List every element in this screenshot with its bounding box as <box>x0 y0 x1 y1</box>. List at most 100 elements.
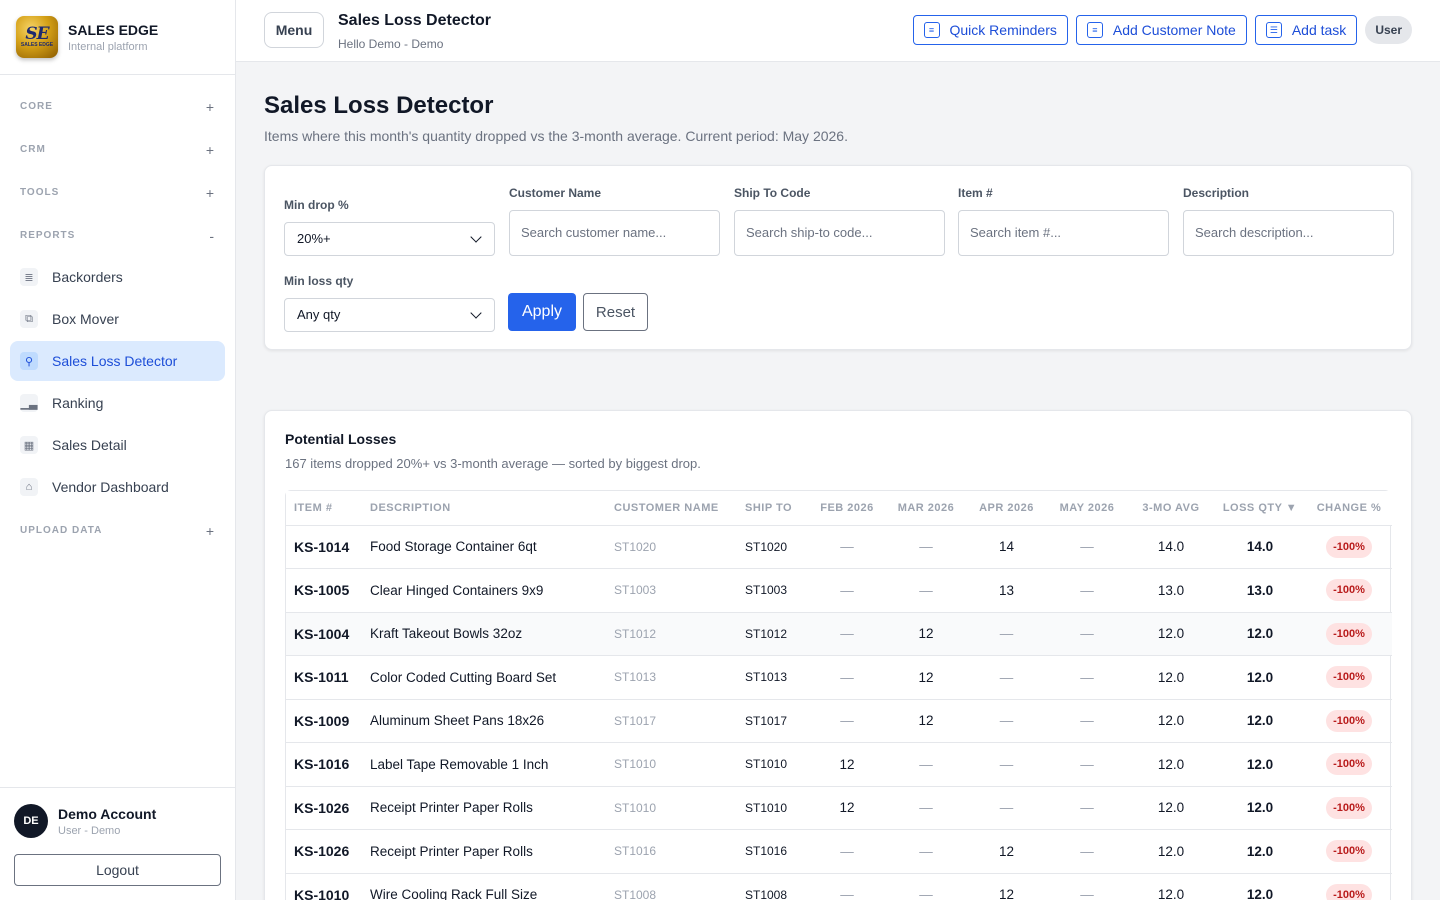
losses-table: ITEM # DESCRIPTION CUSTOMER NAME SHIP TO… <box>285 490 1392 900</box>
feb-qty-cell: — <box>809 525 885 569</box>
button-label: Add Customer Note <box>1112 22 1236 38</box>
reset-button[interactable]: Reset <box>583 293 648 331</box>
table-row[interactable]: KS-1011 Color Coded Cutting Board Set ST10… <box>286 655 1392 700</box>
feb-qty-cell: — <box>809 568 885 613</box>
sidebar-item-box-mover[interactable]: ⧉ Box Mover <box>10 299 225 339</box>
may-qty-cell: — <box>1046 525 1128 569</box>
loss-qty-cell: 14.0 <box>1214 525 1306 569</box>
mar-qty-cell: 12 <box>885 612 967 656</box>
sidebar-item-ranking[interactable]: ▁▃ Ranking <box>10 383 225 423</box>
sidebar-item-label: Backorders <box>52 269 123 285</box>
change-percent-cell: -100% <box>1306 829 1392 874</box>
section-crm[interactable]: CRM + <box>10 128 225 171</box>
table-row[interactable]: KS-1014 Food Storage Container 6qt ST1020 S… <box>286 525 1392 569</box>
ship-to-cell: ST1008 <box>737 873 809 900</box>
add-customer-note-button[interactable]: ≡ Add Customer Note <box>1075 15 1247 45</box>
quick-reminders-button[interactable]: ≡ Quick Reminders <box>912 15 1068 45</box>
column-header[interactable]: CUSTOMER NAME <box>606 491 737 526</box>
may-qty-cell: — <box>1046 786 1128 830</box>
table-row[interactable]: KS-1016 Label Tape Removable 1 Inch ST1010… <box>286 742 1392 787</box>
loss-qty-cell: 12.0 <box>1214 655 1306 700</box>
description-cell: Receipt Printer Paper Rolls <box>362 786 606 830</box>
sales-edge-logo[interactable]: SE SALES EDGE <box>16 16 58 58</box>
customer-name-cell: ST1010 <box>606 742 737 787</box>
apr-qty-cell: — <box>967 699 1046 743</box>
item-number-cell: KS-1014 <box>286 525 362 569</box>
sidebar-item-sales-loss-detector[interactable]: ⚲ Sales Loss Detector <box>10 341 225 381</box>
item-number-cell: KS-1011 <box>286 655 362 700</box>
section-core[interactable]: CORE + <box>10 85 225 128</box>
section-tools[interactable]: TOOLS + <box>10 171 225 214</box>
mar-qty-cell: — <box>885 829 967 874</box>
customer-name-cell: ST1012 <box>606 612 737 656</box>
column-header[interactable]: CHANGE % <box>1306 491 1392 526</box>
column-header[interactable]: ITEM # <box>286 491 362 526</box>
customer-name-cell: ST1003 <box>606 568 737 613</box>
three-month-avg-cell: 13.0 <box>1128 568 1214 613</box>
description-input[interactable]: Search description... <box>1183 210 1394 256</box>
column-header[interactable]: MAR 2026 <box>885 491 967 526</box>
description-cell: Wire Cooling Rack Full Size <box>362 873 606 900</box>
topbar-title: Sales Loss Detector <box>338 12 491 29</box>
change-percent-cell: -100% <box>1306 568 1392 613</box>
change-badge: -100% <box>1326 840 1372 863</box>
logout-button[interactable]: Logout <box>14 854 221 886</box>
expand-icon[interactable]: + <box>206 99 215 115</box>
item-number-cell: KS-1005 <box>286 568 362 613</box>
sidebar-item-sales-detail[interactable]: ▦ Sales Detail <box>10 425 225 465</box>
sidebar-item-vendor-dashboard[interactable]: ⌂ Vendor Dashboard <box>10 467 225 507</box>
apr-qty-cell: 13 <box>967 568 1046 613</box>
column-header-sorted[interactable]: LOSS QTY ▼ <box>1214 491 1306 526</box>
account-panel: DE Demo Account User - Demo Logout <box>0 787 235 900</box>
avatar[interactable]: DE <box>14 804 48 838</box>
min-loss-qty-label: Min loss qty <box>284 274 354 288</box>
table-row[interactable]: KS-1004 Kraft Takeout Bowls 32oz ST1012 ST1… <box>286 612 1392 656</box>
expand-icon[interactable]: + <box>206 185 215 201</box>
min-drop-select[interactable]: 20%+ <box>284 222 495 256</box>
apply-button[interactable]: Apply <box>508 293 576 331</box>
min-loss-qty-select[interactable]: Any qty <box>284 298 495 332</box>
column-header[interactable]: MAY 2026 <box>1046 491 1128 526</box>
column-header[interactable]: DESCRIPTION <box>362 491 606 526</box>
may-qty-cell: — <box>1046 612 1128 656</box>
magnifier-icon: ⚲ <box>20 352 38 370</box>
table-row[interactable]: KS-1005 Clear Hinged Containers 9x9 ST1003… <box>286 568 1392 613</box>
three-month-avg-cell: 12.0 <box>1128 742 1214 787</box>
customer-name-input[interactable]: Search customer name... <box>509 210 720 256</box>
table-row[interactable]: KS-1010 Wire Cooling Rack Full Size ST1008… <box>286 873 1392 900</box>
account-role: User - Demo <box>58 824 121 837</box>
column-header[interactable]: SHIP TO <box>737 491 809 526</box>
apr-qty-cell: — <box>967 612 1046 656</box>
section-upload-data[interactable]: UPLOAD DATA + <box>10 509 225 552</box>
change-badge: -100% <box>1326 883 1372 900</box>
sidebar-item-label: Sales Detail <box>52 437 127 453</box>
user-chip[interactable]: User <box>1365 16 1412 44</box>
button-label: Quick Reminders <box>949 22 1057 38</box>
section-reports[interactable]: REPORTS - <box>10 214 225 257</box>
loss-qty-cell: 12.0 <box>1214 829 1306 874</box>
table-row[interactable]: KS-1026 Receipt Printer Paper Rolls ST1010… <box>286 786 1392 830</box>
change-percent-cell: -100% <box>1306 786 1392 830</box>
sidebar-nav: CORE + CRM + TOOLS + REPORTS - ≣ Backord… <box>0 75 235 552</box>
change-badge: -100% <box>1326 709 1372 732</box>
collapse-icon[interactable]: - <box>209 228 215 244</box>
apr-qty-cell: — <box>967 786 1046 830</box>
table-row[interactable]: KS-1026 Receipt Printer Paper Rolls ST1016… <box>286 829 1392 874</box>
table-row[interactable]: KS-1009 Aluminum Sheet Pans 18x26 ST1017 ST… <box>286 699 1392 743</box>
customer-name-cell: ST1013 <box>606 655 737 700</box>
sidebar-item-backorders[interactable]: ≣ Backorders <box>10 257 225 297</box>
expand-icon[interactable]: + <box>206 142 215 158</box>
bar-chart-icon: ▁▃ <box>20 394 38 412</box>
column-header[interactable]: 3-MO AVG <box>1128 491 1214 526</box>
section-label: CRM <box>20 144 46 155</box>
item-number-input[interactable]: Search item #... <box>958 210 1169 256</box>
menu-button[interactable]: Menu <box>264 12 324 48</box>
column-header[interactable]: APR 2026 <box>967 491 1046 526</box>
expand-icon[interactable]: + <box>206 523 215 539</box>
may-qty-cell: — <box>1046 699 1128 743</box>
column-header[interactable]: FEB 2026 <box>809 491 885 526</box>
add-task-button[interactable]: ☰ Add task <box>1254 15 1358 45</box>
ship-to-code-input[interactable]: Search ship-to code... <box>734 210 945 256</box>
ship-to-cell: ST1020 <box>737 525 809 569</box>
apr-qty-cell: — <box>967 742 1046 787</box>
